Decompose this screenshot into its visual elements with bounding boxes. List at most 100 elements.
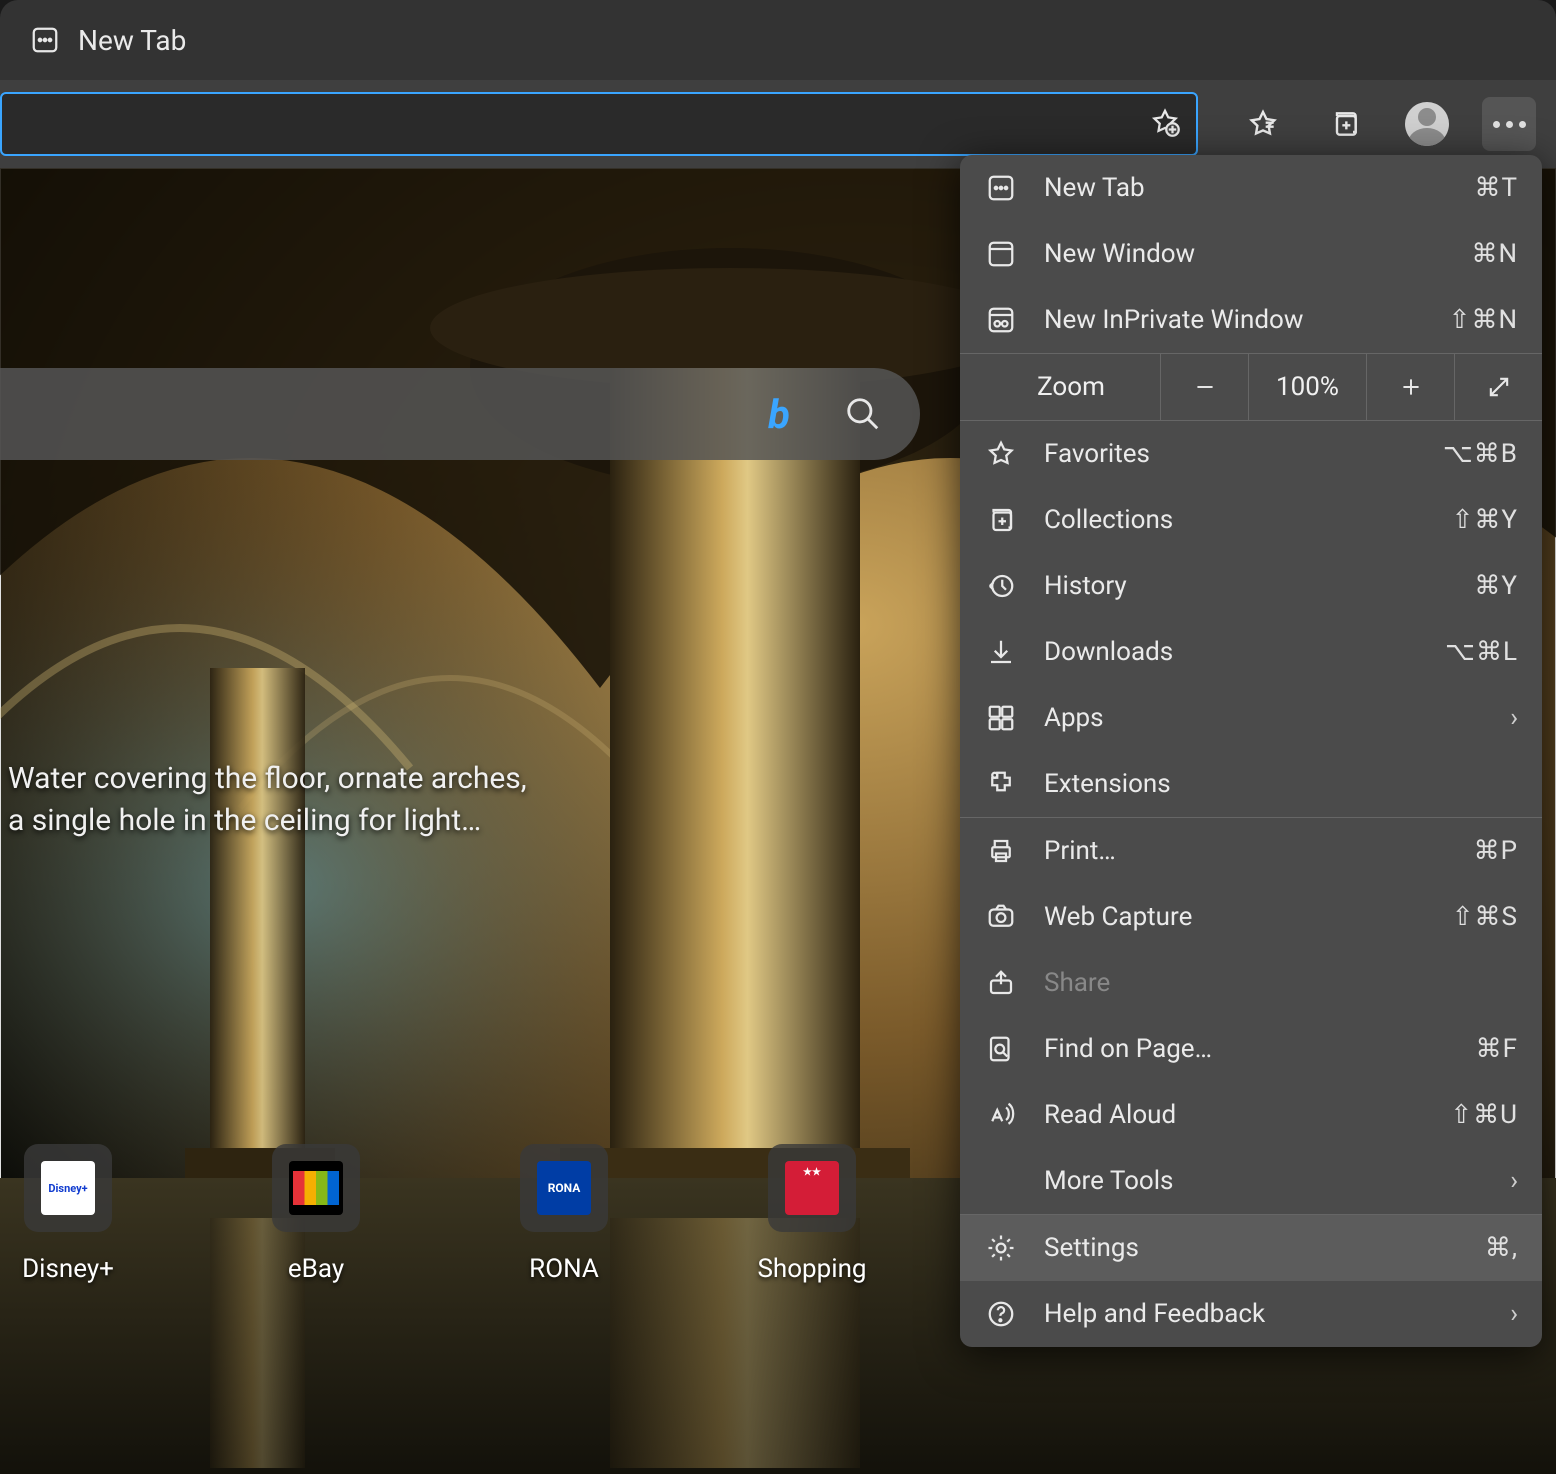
apps-icon bbox=[984, 701, 1018, 735]
settings-and-more-menu: New Tab ⌘T New Window ⌘N New InPrivate W… bbox=[960, 155, 1542, 1347]
menu-item-label: Extensions bbox=[1044, 769, 1518, 799]
address-bar[interactable] bbox=[0, 92, 1198, 156]
history-icon bbox=[984, 569, 1018, 603]
menu-item-help-and-feedback[interactable]: Help and Feedback › bbox=[960, 1281, 1542, 1347]
new-tab-icon bbox=[984, 171, 1018, 205]
quick-link-label: Disney+ bbox=[22, 1254, 114, 1284]
menu-item-new-tab[interactable]: New Tab ⌘T bbox=[960, 155, 1542, 221]
menu-item-find-on-page[interactable]: Find on Page… ⌘F bbox=[960, 1016, 1542, 1082]
menu-item-history[interactable]: History ⌘Y bbox=[960, 553, 1542, 619]
menu-shortcut: ⇧⌘S bbox=[1452, 902, 1518, 932]
menu-shortcut: ⇧⌘N bbox=[1449, 305, 1518, 335]
share-icon bbox=[984, 966, 1018, 1000]
menu-shortcut: ⌘T bbox=[1474, 173, 1518, 203]
menu-item-label: Read Aloud bbox=[1044, 1100, 1424, 1130]
quick-link-label: RONA bbox=[529, 1254, 599, 1284]
quick-link-shopping[interactable]: Shopping bbox=[762, 1144, 862, 1284]
menu-item-share: Share bbox=[960, 950, 1542, 1016]
menu-item-label: Favorites bbox=[1044, 439, 1417, 469]
tab-strip: New Tab bbox=[0, 0, 1556, 80]
menu-item-collections[interactable]: Collections ⇧⌘Y bbox=[960, 487, 1542, 553]
settings-and-more-button[interactable] bbox=[1482, 97, 1536, 151]
blank-icon bbox=[984, 1164, 1018, 1198]
zoom-value: 100% bbox=[1248, 354, 1366, 420]
quick-link-label: Shopping bbox=[757, 1254, 866, 1284]
profile-button[interactable] bbox=[1400, 97, 1454, 151]
downloads-icon bbox=[984, 635, 1018, 669]
menu-item-label: Downloads bbox=[1044, 637, 1419, 667]
settings-icon bbox=[984, 1231, 1018, 1265]
menu-item-favorites[interactable]: Favorites ⌥⌘B bbox=[960, 421, 1542, 487]
menu-item-print[interactable]: Print… ⌘P bbox=[960, 818, 1542, 884]
disney-logo-icon: Disney+ bbox=[41, 1161, 95, 1215]
chevron-right-icon: › bbox=[1510, 703, 1518, 733]
menu-item-new-window[interactable]: New Window ⌘N bbox=[960, 221, 1542, 287]
new-tab-page-icon bbox=[30, 25, 60, 55]
menu-item-label: New InPrivate Window bbox=[1044, 305, 1423, 335]
avatar-icon bbox=[1405, 102, 1449, 146]
quick-link-disney[interactable]: Disney+ Disney+ bbox=[18, 1144, 118, 1284]
inprivate-icon bbox=[984, 303, 1018, 337]
menu-shortcut: ⌘F bbox=[1476, 1034, 1518, 1064]
menu-item-label: Share bbox=[1044, 968, 1518, 998]
quick-links: Disney+ Disney+ eBay RONA RONA Shopping … bbox=[0, 1144, 1110, 1284]
quick-link-rona[interactable]: RONA RONA bbox=[514, 1144, 614, 1284]
menu-item-new-inprivate-window[interactable]: New InPrivate Window ⇧⌘N bbox=[960, 287, 1542, 353]
collections-button[interactable] bbox=[1318, 97, 1372, 151]
read-aloud-icon bbox=[984, 1098, 1018, 1132]
caption-line-1: Water covering the floor, ornate arches, bbox=[8, 758, 527, 800]
menu-item-label: Apps bbox=[1044, 703, 1484, 733]
menu-shortcut: ⌘, bbox=[1485, 1233, 1518, 1263]
more-icon bbox=[1493, 121, 1526, 128]
menu-item-label: Settings bbox=[1044, 1233, 1459, 1263]
quick-link-ebay[interactable]: eBay bbox=[266, 1144, 366, 1284]
menu-shortcut: ⌥⌘L bbox=[1445, 637, 1518, 667]
add-favorite-icon[interactable] bbox=[1150, 107, 1180, 141]
web-capture-icon bbox=[984, 900, 1018, 934]
chevron-right-icon: › bbox=[1510, 1166, 1518, 1196]
quick-link-label: eBay bbox=[288, 1254, 344, 1284]
web-search-bar[interactable]: b bbox=[0, 368, 920, 460]
ebay-logo-icon bbox=[289, 1161, 343, 1215]
tab-new-tab[interactable]: New Tab bbox=[30, 24, 186, 57]
menu-item-extensions[interactable]: Extensions bbox=[960, 751, 1542, 817]
new-window-icon bbox=[984, 237, 1018, 271]
fullscreen-button[interactable] bbox=[1454, 354, 1542, 420]
menu-item-settings[interactable]: Settings ⌘, bbox=[960, 1215, 1542, 1281]
menu-item-read-aloud[interactable]: Read Aloud ⇧⌘U bbox=[960, 1082, 1542, 1148]
menu-item-label: History bbox=[1044, 571, 1448, 601]
menu-item-web-capture[interactable]: Web Capture ⇧⌘S bbox=[960, 884, 1542, 950]
rona-logo-icon: RONA bbox=[537, 1161, 591, 1215]
menu-shortcut: ⌥⌘B bbox=[1443, 439, 1518, 469]
menu-item-label: More Tools bbox=[1044, 1166, 1484, 1196]
menu-shortcut: ⌘Y bbox=[1474, 571, 1518, 601]
zoom-out-button[interactable] bbox=[1160, 354, 1248, 420]
menu-item-more-tools[interactable]: More Tools › bbox=[960, 1148, 1542, 1214]
favorites-button[interactable] bbox=[1236, 97, 1290, 151]
find-icon bbox=[984, 1032, 1018, 1066]
menu-shortcut: ⇧⌘U bbox=[1450, 1100, 1518, 1130]
menu-item-label: Find on Page… bbox=[1044, 1034, 1450, 1064]
caption-line-2: a single hole in the ceiling for light… bbox=[8, 800, 527, 842]
zoom-label: Zoom bbox=[960, 354, 1160, 420]
menu-item-label: Print… bbox=[1044, 836, 1448, 866]
print-icon bbox=[984, 834, 1018, 868]
help-icon bbox=[984, 1297, 1018, 1331]
extensions-icon bbox=[984, 767, 1018, 801]
bing-icon: b bbox=[758, 393, 800, 435]
menu-item-downloads[interactable]: Downloads ⌥⌘L bbox=[960, 619, 1542, 685]
menu-item-apps[interactable]: Apps › bbox=[960, 685, 1542, 751]
search-icon bbox=[842, 393, 884, 435]
menu-shortcut: ⌘P bbox=[1474, 836, 1518, 866]
shopping-logo-icon bbox=[785, 1161, 839, 1215]
image-caption: Water covering the floor, ornate arches,… bbox=[8, 758, 527, 842]
menu-item-label: Help and Feedback bbox=[1044, 1299, 1484, 1329]
zoom-in-button[interactable] bbox=[1366, 354, 1454, 420]
menu-shortcut: ⇧⌘Y bbox=[1452, 505, 1518, 535]
collections-icon bbox=[984, 503, 1018, 537]
menu-item-label: Collections bbox=[1044, 505, 1426, 535]
favorites-icon bbox=[984, 437, 1018, 471]
menu-item-label: New Window bbox=[1044, 239, 1445, 269]
chevron-right-icon: › bbox=[1510, 1299, 1518, 1329]
menu-shortcut: ⌘N bbox=[1471, 239, 1518, 269]
